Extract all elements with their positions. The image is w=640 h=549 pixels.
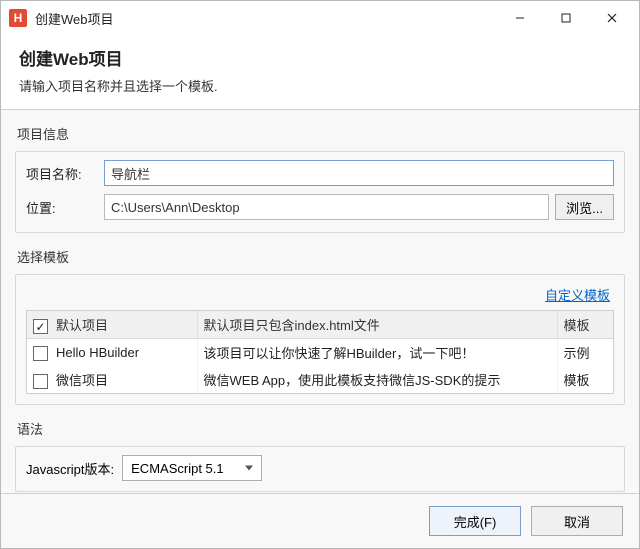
template-row-desc: 默认项目只包含index.html文件 — [197, 311, 557, 339]
templates-label: 选择模板 — [17, 247, 625, 266]
dialog-footer: 完成(F) 取消 — [1, 493, 639, 548]
template-row[interactable]: Hello HBuilder该项目可以让你快速了解HBuilder，试一下吧！示… — [27, 339, 613, 367]
header-title: 创建Web项目 — [19, 45, 621, 70]
cancel-button[interactable]: 取消 — [531, 506, 623, 536]
custom-template-row: 自定义模板 — [26, 283, 614, 310]
template-checkbox-icon[interactable] — [33, 374, 48, 389]
browse-button[interactable]: 浏览... — [555, 194, 614, 220]
maximize-button[interactable] — [543, 3, 589, 33]
templates-table-container: 默认项目默认项目只包含index.html文件模板Hello HBuilder该… — [26, 310, 614, 394]
project-location-row: 位置: 浏览... — [26, 194, 614, 220]
template-row-type: 示例 — [557, 339, 613, 367]
custom-template-link[interactable]: 自定义模板 — [545, 285, 610, 304]
project-location-label: 位置: — [26, 198, 104, 217]
template-row-type: 模板 — [557, 366, 613, 393]
templates-section: 选择模板 自定义模板 默认项目默认项目只包含index.html文件模板Hell… — [15, 243, 625, 415]
dialog-header: 创建Web项目 请输入项目名称并且选择一个模板. — [1, 35, 639, 110]
dialog-body: 项目信息 项目名称: 位置: 浏览... 选择模板 自定义模板 — [1, 110, 639, 493]
syntax-label: 语法 — [17, 419, 625, 438]
syntax-section: 语法 Javascript版本: ECMAScript 5.1 — [15, 415, 625, 493]
template-row-desc: 该项目可以让你快速了解HBuilder，试一下吧！ — [197, 339, 557, 367]
template-row-desc: 微信WEB App，使用此模板支持微信JS-SDK的提示 — [197, 366, 557, 393]
templates-table: 默认项目默认项目只包含index.html文件模板Hello HBuilder该… — [27, 311, 613, 393]
header-subtitle: 请输入项目名称并且选择一个模板. — [19, 76, 621, 95]
app-icon: H — [9, 9, 27, 27]
close-button[interactable] — [589, 3, 635, 33]
templates-group: 自定义模板 默认项目默认项目只包含index.html文件模板Hello HBu… — [15, 274, 625, 405]
template-row-type: 模板 — [557, 311, 613, 339]
project-info-label: 项目信息 — [17, 124, 625, 143]
project-info-group: 项目名称: 位置: 浏览... — [15, 151, 625, 233]
project-location-input[interactable] — [104, 194, 549, 220]
dialog-window: H 创建Web项目 创建Web项目 请输入项目名称并且选择一个模板. 项目信息 … — [0, 0, 640, 549]
template-row-name[interactable]: 默认项目 — [27, 311, 197, 339]
syntax-group: Javascript版本: ECMAScript 5.1 — [15, 446, 625, 492]
window-controls — [497, 3, 635, 33]
titlebar: H 创建Web项目 — [1, 1, 639, 35]
template-row[interactable]: 微信项目微信WEB App，使用此模板支持微信JS-SDK的提示模板 — [27, 366, 613, 393]
project-info-section: 项目信息 项目名称: 位置: 浏览... — [15, 120, 625, 243]
js-version-label: Javascript版本: — [26, 459, 114, 478]
minimize-button[interactable] — [497, 3, 543, 33]
window-title: 创建Web项目 — [35, 9, 497, 28]
project-name-label: 项目名称: — [26, 164, 104, 183]
template-checkbox-icon[interactable] — [33, 319, 48, 334]
js-version-value: ECMAScript 5.1 — [131, 461, 223, 476]
project-name-row: 项目名称: — [26, 160, 614, 186]
template-checkbox-icon[interactable] — [33, 346, 48, 361]
project-name-input[interactable] — [104, 160, 614, 186]
finish-button[interactable]: 完成(F) — [429, 506, 521, 536]
js-version-row: Javascript版本: ECMAScript 5.1 — [26, 455, 614, 481]
js-version-select[interactable]: ECMAScript 5.1 — [122, 455, 262, 481]
